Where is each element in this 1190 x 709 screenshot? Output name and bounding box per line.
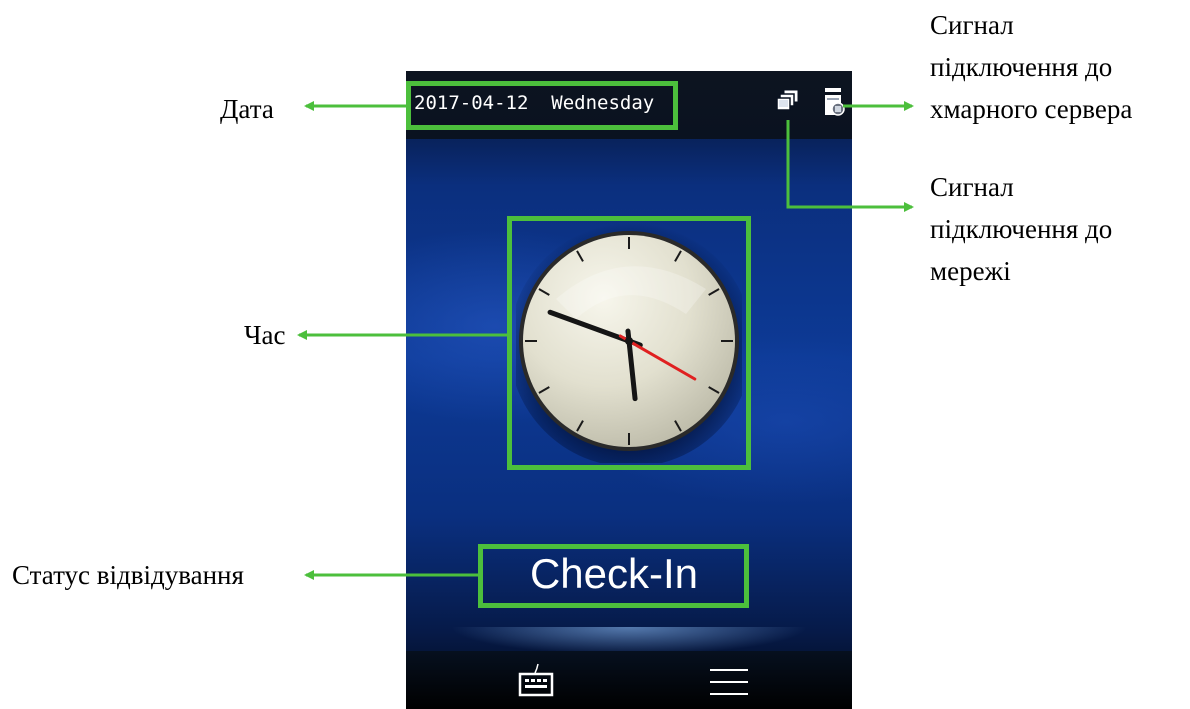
bottom-toolbar [406,651,852,709]
cloud-server-icon [825,88,845,116]
callout-network-line-1: Сигнал [930,172,1014,202]
callout-time-label: Час [244,320,286,350]
keyboard-icon[interactable] [518,663,554,697]
callout-cloud-line-3: хмарного сервера [930,94,1133,124]
callout-date-label: Дата [220,94,274,124]
callout-network-signal-label: Сигнал підключення до мережі [930,166,1112,292]
date-highlight-box [406,81,678,130]
menu-icon[interactable] [710,667,748,697]
callout-network-line-3: мережі [930,256,1011,286]
callout-cloud-signal-label: Сигнал підключення до хмарного сервера [930,4,1132,130]
callout-status-label: Статус відвідування [12,560,244,590]
callout-cloud-line-1: Сигнал [930,10,1014,40]
callout-network-line-2: підключення до [930,214,1113,244]
callout-cloud-line-2: підключення до [930,52,1113,82]
time-highlight-box [507,216,751,470]
network-connection-icon [776,89,799,111]
status-highlight-box [478,544,749,608]
